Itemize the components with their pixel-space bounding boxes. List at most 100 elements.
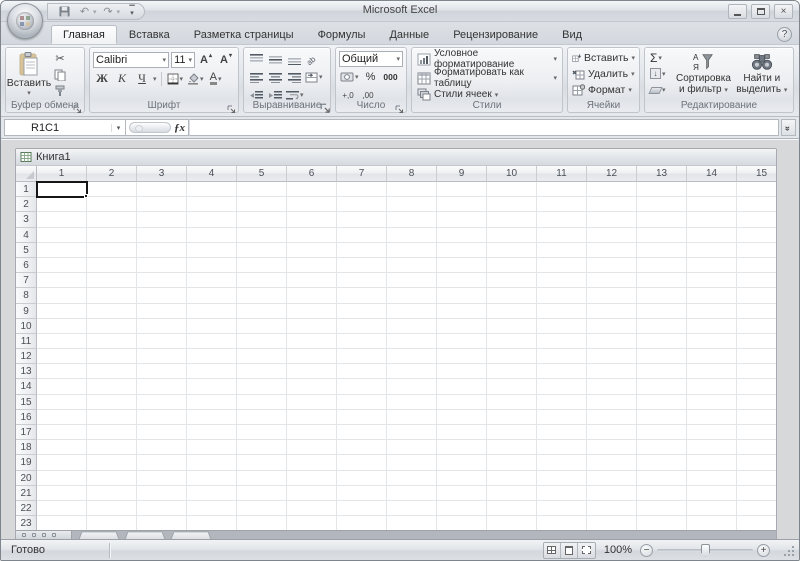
cell-R12C10[interactable] (487, 349, 537, 364)
cell-R3C14[interactable] (687, 212, 737, 227)
cell-R13C13[interactable] (637, 364, 687, 379)
cell-R21C7[interactable] (337, 486, 387, 501)
page-layout-view-button[interactable] (561, 543, 578, 558)
cell-R9C10[interactable] (487, 304, 537, 319)
column-header-12[interactable]: 12 (587, 166, 637, 182)
tab-vstavka[interactable]: Вставка (117, 25, 182, 44)
fill-button[interactable]: ↓▾ (648, 66, 673, 81)
cell-R19C1[interactable] (37, 455, 87, 470)
column-header-5[interactable]: 5 (237, 166, 287, 182)
cell-R21C1[interactable] (37, 486, 87, 501)
cell-R4C3[interactable] (137, 228, 187, 243)
cell-R9C2[interactable] (87, 304, 137, 319)
cell-R16C5[interactable] (237, 410, 287, 425)
row-header-3[interactable]: 3 (16, 212, 37, 227)
cell-R17C10[interactable] (487, 425, 537, 440)
cell-R6C8[interactable] (387, 258, 437, 273)
cell-R19C6[interactable] (287, 455, 337, 470)
cell-R12C14[interactable] (687, 349, 737, 364)
row-header-13[interactable]: 13 (16, 364, 37, 379)
cell-R17C6[interactable] (287, 425, 337, 440)
cell-R15C10[interactable] (487, 395, 537, 410)
cell-R15C12[interactable] (587, 395, 637, 410)
normal-view-button[interactable] (544, 543, 561, 558)
cell-R22C10[interactable] (487, 501, 537, 516)
orientation-button[interactable] (304, 51, 322, 67)
cell-R19C14[interactable] (687, 455, 737, 470)
cell-R7C15[interactable] (737, 273, 777, 288)
column-header-13[interactable]: 13 (637, 166, 687, 182)
cell-R13C12[interactable] (587, 364, 637, 379)
cell-R17C13[interactable] (637, 425, 687, 440)
page-break-view-button[interactable] (578, 543, 595, 558)
cell-R3C12[interactable] (587, 212, 637, 227)
cell-R2C10[interactable] (487, 197, 537, 212)
number-format-combo[interactable]: Общий ▾ (339, 51, 403, 67)
cell-R14C3[interactable] (137, 379, 187, 394)
cell-R22C2[interactable] (87, 501, 137, 516)
cell-R6C2[interactable] (87, 258, 137, 273)
cell-R5C7[interactable] (337, 243, 387, 258)
cell-R15C15[interactable] (737, 395, 777, 410)
row-header-17[interactable]: 17 (16, 425, 37, 440)
cell-R22C11[interactable] (537, 501, 587, 516)
cell-R18C2[interactable] (87, 440, 137, 455)
cell-R20C10[interactable] (487, 471, 537, 486)
cell-R10C4[interactable] (187, 319, 237, 334)
sort-filter-button[interactable]: Сортировка и фильтр ▾ (675, 50, 731, 104)
zoom-in-button[interactable]: + (757, 544, 770, 557)
format-as-table-button[interactable]: Форматировать как таблицу▾ (415, 69, 559, 87)
cell-R4C11[interactable] (537, 228, 587, 243)
name-box-dropdown-icon[interactable]: ▾ (111, 124, 125, 132)
row-header-5[interactable]: 5 (16, 243, 37, 258)
cell-R11C6[interactable] (287, 334, 337, 349)
cell-R14C5[interactable] (237, 379, 287, 394)
cell-R21C15[interactable] (737, 486, 777, 501)
workbook-title-bar[interactable]: Книга1 (16, 149, 776, 166)
cell-R17C11[interactable] (537, 425, 587, 440)
delete-cells-button[interactable]: Удалить▾ (571, 66, 636, 81)
cell-R6C15[interactable] (737, 258, 777, 273)
office-button[interactable] (7, 3, 43, 39)
cell-R11C9[interactable] (437, 334, 487, 349)
cell-R7C7[interactable] (337, 273, 387, 288)
cell-R14C10[interactable] (487, 379, 537, 394)
align-bottom-button[interactable] (285, 51, 303, 67)
cell-R1C5[interactable] (237, 182, 287, 197)
cell-R3C11[interactable] (537, 212, 587, 227)
cell-R20C7[interactable] (337, 471, 387, 486)
cell-R14C15[interactable] (737, 379, 777, 394)
row-header-16[interactable]: 16 (16, 410, 37, 425)
cell-R5C10[interactable] (487, 243, 537, 258)
resize-grip[interactable] (782, 544, 795, 557)
cell-R18C6[interactable] (287, 440, 337, 455)
row-header-14[interactable]: 14 (16, 379, 37, 394)
cell-R14C6[interactable] (287, 379, 337, 394)
comma-style-button[interactable]: 000 (382, 69, 400, 85)
column-header-7[interactable]: 7 (337, 166, 387, 182)
cell-R2C6[interactable] (287, 197, 337, 212)
cell-R19C2[interactable] (87, 455, 137, 470)
column-header-8[interactable]: 8 (387, 166, 437, 182)
number-dialog-launcher[interactable] (395, 101, 404, 110)
cell-R20C11[interactable] (537, 471, 587, 486)
cell-R14C13[interactable] (637, 379, 687, 394)
column-header-4[interactable]: 4 (187, 166, 237, 182)
cell-R15C3[interactable] (137, 395, 187, 410)
cell-R20C6[interactable] (287, 471, 337, 486)
cell-R10C2[interactable] (87, 319, 137, 334)
cell-R10C11[interactable] (537, 319, 587, 334)
cell-R12C1[interactable] (37, 349, 87, 364)
cell-R10C10[interactable] (487, 319, 537, 334)
cell-R21C3[interactable] (137, 486, 187, 501)
row-header-8[interactable]: 8 (16, 288, 37, 303)
cell-R17C9[interactable] (437, 425, 487, 440)
cell-R14C11[interactable] (537, 379, 587, 394)
cell-R7C12[interactable] (587, 273, 637, 288)
cell-R9C15[interactable] (737, 304, 777, 319)
row-header-19[interactable]: 19 (16, 455, 37, 470)
font-name-combo[interactable]: Calibri ▾ (93, 52, 169, 68)
expand-formula-bar-button[interactable]: » (781, 119, 796, 136)
cell-R6C6[interactable] (287, 258, 337, 273)
cell-R15C9[interactable] (437, 395, 487, 410)
